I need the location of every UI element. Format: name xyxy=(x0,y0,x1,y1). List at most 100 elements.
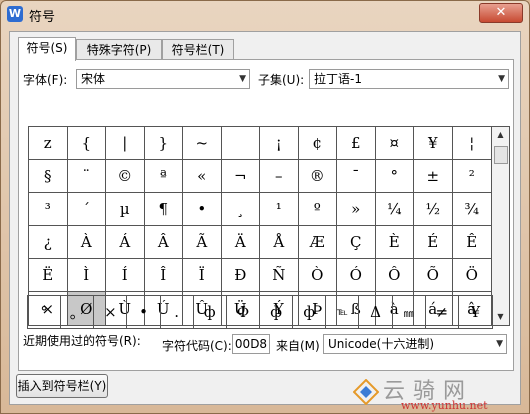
symbol-cell[interactable]: © xyxy=(106,160,145,193)
subset-value: 拉丁语-1 xyxy=(314,72,362,86)
symbol-cell[interactable]: ¨ xyxy=(67,160,106,193)
recent-symbol-cell[interactable]: • xyxy=(127,296,161,328)
symbol-cell[interactable]: Ç xyxy=(337,226,376,259)
symbol-cell[interactable]: – xyxy=(260,160,299,193)
font-select[interactable]: 宋体 ▼ xyxy=(76,69,250,89)
title-bar[interactable]: W 符号 ✕ xyxy=(1,1,529,27)
symbol-grid-scrollbar[interactable]: ▲ ▼ xyxy=(492,126,510,326)
recent-symbol-cell[interactable]: ф xyxy=(260,296,294,328)
symbol-cell[interactable]: Ó xyxy=(337,259,376,292)
symbol-cell[interactable]: Ê xyxy=(452,226,491,259)
symbol-cell[interactable]: ¶ xyxy=(144,193,183,226)
symbol-cell[interactable]: ° xyxy=(375,160,414,193)
symbol-cell[interactable]: ® xyxy=(298,160,337,193)
scroll-up-icon[interactable]: ▲ xyxy=(492,127,509,143)
symbol-cell[interactable]: Ä xyxy=(221,226,260,259)
symbol-cell[interactable]: Ò xyxy=(298,259,337,292)
recent-symbol-cell[interactable]: ㎜ xyxy=(393,296,426,328)
symbol-cell[interactable]: £ xyxy=(337,127,376,160)
watermark-logo-icon xyxy=(353,379,379,405)
symbol-cell[interactable]: Ì xyxy=(67,259,106,292)
symbol-cell[interactable]: Ï xyxy=(183,259,222,292)
symbol-cell[interactable]: ¸ xyxy=(221,193,260,226)
symbol-cell[interactable]: ¹ xyxy=(260,193,299,226)
symbol-cell[interactable]: ¡ xyxy=(260,127,299,160)
symbol-cell[interactable]: Ö xyxy=(452,259,491,292)
from-value: Unicode(十六进制) xyxy=(328,337,435,351)
symbol-cell[interactable]: ¼ xyxy=(375,193,414,226)
symbol-cell[interactable]: ² xyxy=(452,160,491,193)
symbol-cell[interactable]: § xyxy=(29,160,68,193)
recent-symbol-cell[interactable]: ≠ xyxy=(426,296,459,328)
symbol-cell[interactable]: Ñ xyxy=(260,259,299,292)
subset-label: 子集(U): xyxy=(258,73,305,87)
symbol-cell[interactable]: µ xyxy=(106,193,145,226)
symbol-cell[interactable]: À xyxy=(67,226,106,259)
symbol-cell[interactable]: ~ xyxy=(183,127,222,160)
symbol-cell[interactable]: Æ xyxy=(298,226,337,259)
symbol-cell[interactable]: | xyxy=(106,127,145,160)
from-label: 来自(M) xyxy=(276,339,320,353)
chevron-down-icon: ▼ xyxy=(239,74,246,84)
insert-to-symbol-bar-button[interactable]: 插入到符号栏(Y) xyxy=(16,374,108,398)
symbol-cell[interactable]: ¤ xyxy=(375,127,414,160)
symbol-cell[interactable]: Í xyxy=(106,259,145,292)
symbol-cell[interactable]: ¥ xyxy=(414,127,453,160)
tab-symbols[interactable]: 符号(S) xyxy=(18,37,76,61)
recent-symbol-cell[interactable]: ф xyxy=(293,296,327,328)
symbol-cell[interactable]: « xyxy=(183,160,222,193)
recent-symbol-cell[interactable]: ¥ xyxy=(459,296,492,328)
symbol-cell[interactable]: Á xyxy=(106,226,145,259)
chevron-down-icon: ▼ xyxy=(496,339,503,349)
scroll-down-icon[interactable]: ▼ xyxy=(492,309,509,325)
symbol-cell[interactable]: ¢ xyxy=(298,127,337,160)
symbol-cell[interactable]: È xyxy=(375,226,414,259)
subset-select[interactable]: 拉丁语-1 ▼ xyxy=(309,69,509,89)
symbol-cell[interactable]: ´ xyxy=(67,193,106,226)
symbol-cell[interactable]: Ô xyxy=(375,259,414,292)
symbol-cell[interactable]: º xyxy=(298,193,337,226)
dialog-body: 符号(S) 特殊字符(P) 符号栏(T) 字体(F): 宋体 ▼ 子集(U): … xyxy=(9,31,521,405)
symbol-cell[interactable]: ³ xyxy=(29,193,68,226)
symbol-cell[interactable]: ½ xyxy=(414,193,453,226)
char-code-input[interactable]: 00D8 xyxy=(232,334,270,354)
symbol-cell[interactable]: Ð xyxy=(221,259,260,292)
symbol-cell[interactable]: » xyxy=(337,193,376,226)
symbol-cell[interactable]: ¾ xyxy=(452,193,491,226)
symbol-cell[interactable]: ¯ xyxy=(337,160,376,193)
recent-symbol-cell[interactable]: Ф xyxy=(227,296,260,328)
symbol-cell[interactable]: É xyxy=(414,226,453,259)
recent-symbol-cell[interactable]: × xyxy=(94,296,128,328)
symbol-cell[interactable]: ¬ xyxy=(221,160,260,193)
close-button[interactable]: ✕ xyxy=(479,3,523,23)
symbol-cell[interactable]: Ã xyxy=(183,226,222,259)
recent-symbol-cell[interactable]: Δ xyxy=(359,296,393,328)
symbol-cell[interactable]: Å xyxy=(260,226,299,259)
symbol-cell[interactable]: { xyxy=(67,127,106,160)
symbol-cell[interactable]: ¿ xyxy=(29,226,68,259)
symbol-cell[interactable]: Â xyxy=(144,226,183,259)
symbol-cell[interactable]: ± xyxy=(414,160,453,193)
recent-symbol-cell[interactable]: 。 xyxy=(61,296,95,328)
recent-symbol-cell[interactable]: ° xyxy=(28,296,62,328)
symbol-cell[interactable]: • xyxy=(183,193,222,226)
symbol-cell[interactable]: Î xyxy=(144,259,183,292)
recent-symbol-cell[interactable]: ф xyxy=(194,296,227,328)
symbol-cell[interactable]: ª xyxy=(144,160,183,193)
tab-special-chars[interactable]: 特殊字符(P) xyxy=(76,39,162,60)
symbol-dialog: W 符号 ✕ 符号(S) 特殊字符(P) 符号栏(T) 字体(F): 宋体 ▼ … xyxy=(0,0,530,414)
symbol-cell[interactable]: Õ xyxy=(414,259,453,292)
recent-symbol-cell[interactable]: . xyxy=(161,296,194,328)
symbol-cell[interactable]: } xyxy=(144,127,183,160)
symbol-cell[interactable] xyxy=(221,127,260,160)
recent-symbol-cell[interactable]: ℡ xyxy=(326,296,360,328)
symbol-cell[interactable]: Ë xyxy=(29,259,68,292)
font-label: 字体(F): xyxy=(23,73,68,87)
symbol-cell[interactable]: z xyxy=(29,127,68,160)
from-select[interactable]: Unicode(十六进制) ▼ xyxy=(323,334,507,354)
app-icon: W xyxy=(7,6,23,22)
recent-symbols: °。 × •. ф Фф ф ℡ Δ ㎜ ≠ ¥ xyxy=(27,295,493,329)
symbol-cell[interactable]: ¦ xyxy=(452,127,491,160)
scroll-thumb[interactable] xyxy=(494,146,508,164)
tab-symbol-bar[interactable]: 符号栏(T) xyxy=(162,39,234,60)
